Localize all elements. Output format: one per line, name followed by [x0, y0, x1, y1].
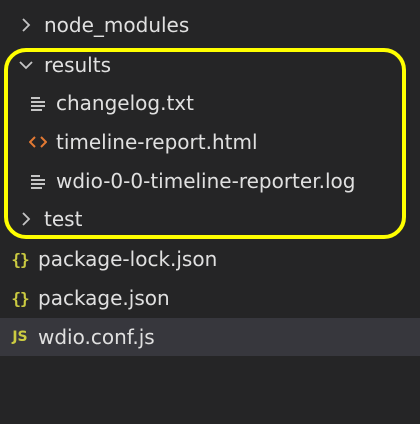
- tree-item-label: wdio.conf.js: [38, 325, 155, 349]
- text-file-icon: [28, 91, 48, 115]
- tree-item-wdio-log[interactable]: wdio-0-0-timeline-reporter.log: [0, 162, 420, 200]
- text-file-icon: [28, 169, 48, 193]
- html-file-icon: [28, 130, 48, 154]
- tree-item-results[interactable]: results: [0, 46, 420, 84]
- tree-item-label: changelog.txt: [56, 91, 194, 115]
- tree-item-label: wdio-0-0-timeline-reporter.log: [56, 169, 356, 193]
- file-explorer: node_modules results changelog.txt timel…: [0, 0, 420, 424]
- tree-item-label: package.json: [38, 286, 170, 310]
- tree-item-label: results: [44, 53, 112, 77]
- tree-item-test[interactable]: test: [0, 200, 420, 238]
- tree-item-changelog[interactable]: changelog.txt: [0, 84, 420, 122]
- json-file-icon: {}: [11, 249, 29, 269]
- js-file-icon: JS: [12, 329, 28, 345]
- chevron-down-icon[interactable]: [16, 53, 36, 77]
- chevron-right-icon[interactable]: [16, 13, 36, 37]
- json-file-icon: {}: [11, 288, 29, 308]
- tree-item-label: timeline-report.html: [56, 130, 258, 154]
- tree-item-label: package-lock.json: [38, 247, 218, 271]
- tree-item-node-modules[interactable]: node_modules: [0, 6, 420, 44]
- tree-item-timeline-report[interactable]: timeline-report.html: [0, 123, 420, 161]
- tree-item-label: test: [44, 207, 83, 231]
- tree-item-package[interactable]: {} package.json: [0, 279, 420, 317]
- tree-item-package-lock[interactable]: {} package-lock.json: [0, 240, 420, 278]
- chevron-right-icon[interactable]: [16, 207, 36, 231]
- tree-item-label: node_modules: [44, 13, 190, 37]
- tree-item-wdio-conf[interactable]: JS wdio.conf.js: [0, 318, 420, 356]
